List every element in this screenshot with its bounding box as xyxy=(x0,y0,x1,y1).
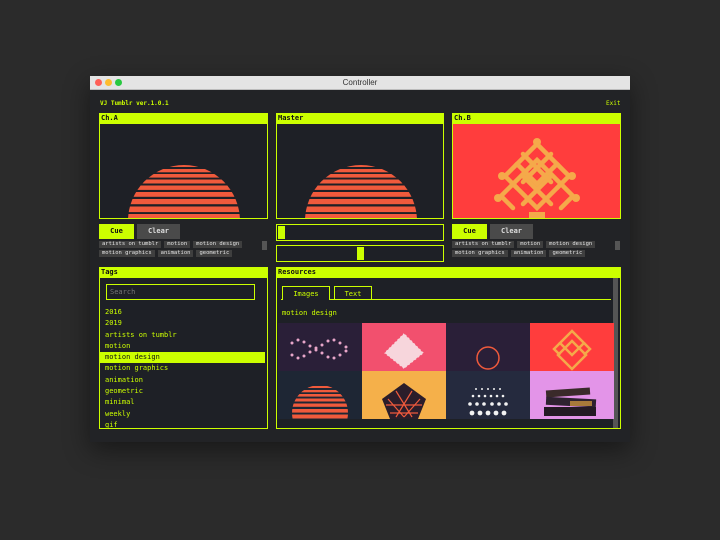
tag-chip[interactable]: motion graphics xyxy=(99,250,155,257)
tag-search-input[interactable] xyxy=(106,284,255,300)
resources-panel: Images Text motion design xyxy=(276,277,621,429)
crossfader-handle[interactable] xyxy=(278,226,285,239)
tab-divider xyxy=(281,299,611,300)
tag-chip[interactable]: animation xyxy=(510,250,547,257)
channel-a-tags-scrollbar[interactable] xyxy=(262,241,267,250)
tag-list-item[interactable]: motion xyxy=(100,341,267,352)
resources-header: Resources xyxy=(276,267,621,277)
tag-list-item[interactable]: animation xyxy=(100,375,267,386)
tag-chip[interactable]: motion design xyxy=(193,241,243,248)
tag-chip[interactable]: animation xyxy=(157,250,194,257)
tag-chip[interactable]: motion xyxy=(517,241,544,248)
tag-chip[interactable]: geometric xyxy=(549,250,586,257)
endless-knot-image xyxy=(494,138,580,218)
current-tag-label: motion design xyxy=(282,309,337,317)
channel-b-tags-scrollbar[interactable] xyxy=(615,241,620,250)
master-preview xyxy=(276,123,444,219)
tag-list-item[interactable]: artists on tumblr xyxy=(100,330,267,341)
channel-a-tags: artists on tumblr motion motion design m… xyxy=(99,241,257,257)
sun-stripes-image xyxy=(305,165,417,218)
tag-list-item-selected[interactable]: motion design xyxy=(100,352,265,364)
channel-b-cue-button[interactable]: Cue xyxy=(452,224,487,239)
tag-list-item[interactable]: 2019 xyxy=(100,318,267,329)
app-name: VJ Tumblr ver.1.0.1 xyxy=(100,100,169,107)
channel-a-cue-button[interactable]: Cue xyxy=(99,224,134,239)
channel-a-preview[interactable] xyxy=(99,123,268,219)
tag-chip[interactable]: artists on tumblr xyxy=(452,241,515,248)
channel-a-clear-button[interactable]: Clear xyxy=(137,224,180,239)
thumbnail[interactable] xyxy=(278,371,362,419)
thumbnail[interactable] xyxy=(278,323,362,371)
exit-link[interactable]: Exit xyxy=(606,100,620,107)
tag-list-item[interactable]: weekly xyxy=(100,409,267,420)
thumbnail[interactable] xyxy=(362,371,446,419)
thumbnail[interactable] xyxy=(530,371,614,419)
image-grid xyxy=(278,323,614,428)
crossfader-track[interactable] xyxy=(276,224,444,241)
thumbnail[interactable] xyxy=(362,323,446,371)
title-bar[interactable]: Controller xyxy=(90,76,630,90)
channel-b-clear-button[interactable]: Clear xyxy=(490,224,533,239)
tag-list-item[interactable]: gif xyxy=(100,420,267,428)
controller-window: Controller VJ Tumblr ver.1.0.1 Exit Ch.A… xyxy=(90,76,630,442)
tag-chip[interactable]: motion design xyxy=(546,241,596,248)
master-header: Master xyxy=(276,113,444,123)
tag-chip[interactable]: motion graphics xyxy=(452,250,508,257)
tag-list: 2016 2019 artists on tumblr motion motio… xyxy=(100,307,267,428)
tag-chip[interactable]: motion xyxy=(164,241,191,248)
channel-a-header: Ch.A xyxy=(99,113,268,123)
tag-chip[interactable]: geometric xyxy=(196,250,233,257)
tab-images[interactable]: Images xyxy=(282,286,330,300)
channel-b-preview[interactable] xyxy=(452,123,621,219)
tag-list-item[interactable]: geometric xyxy=(100,386,267,397)
tags-header: Tags xyxy=(99,267,268,277)
tag-list-item[interactable]: 2016 xyxy=(100,307,267,318)
window-title: Controller xyxy=(342,78,378,87)
tag-list-item[interactable]: motion graphics xyxy=(100,363,267,374)
master-level-handle[interactable] xyxy=(357,247,364,260)
thumbnail[interactable] xyxy=(446,323,530,371)
tag-chip[interactable]: artists on tumblr xyxy=(99,241,162,248)
tag-list-item[interactable]: minimal xyxy=(100,397,267,408)
tags-panel: 2016 2019 artists on tumblr motion motio… xyxy=(99,277,268,429)
thumbnail[interactable] xyxy=(530,323,614,371)
thumbnail[interactable] xyxy=(446,371,530,419)
channel-b-header: Ch.B xyxy=(452,113,621,123)
sun-stripes-image xyxy=(128,165,240,218)
channel-b-tags: artists on tumblr motion motion design m… xyxy=(452,241,610,257)
tab-text[interactable]: Text xyxy=(334,286,372,300)
master-level-slider[interactable] xyxy=(276,245,444,262)
